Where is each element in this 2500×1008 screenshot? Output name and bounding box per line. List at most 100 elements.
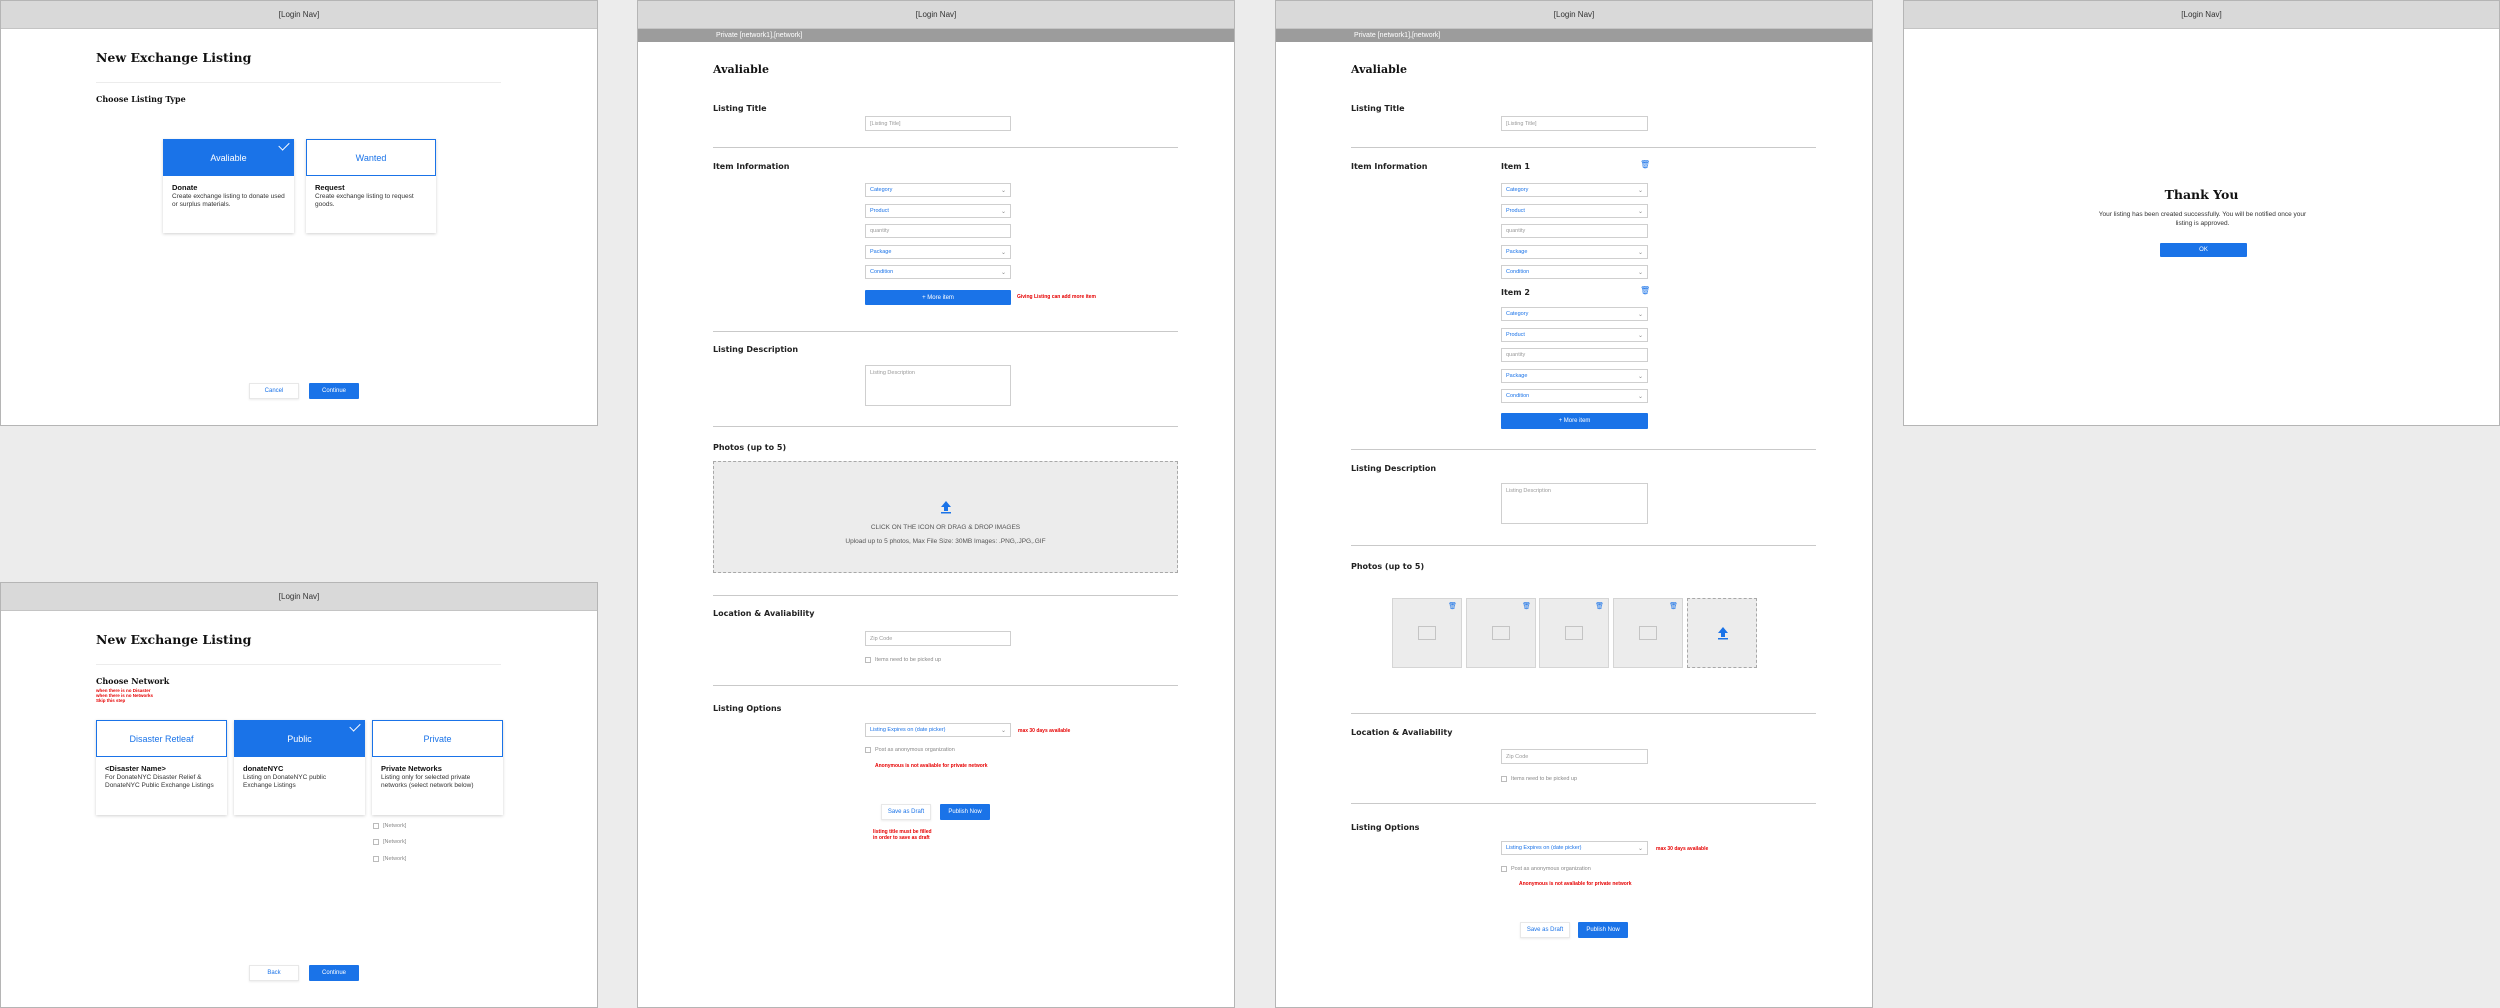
- divider: [1351, 713, 1816, 714]
- listing-description-input[interactable]: Listing Description: [1501, 483, 1648, 524]
- category-select[interactable]: Category ⌄: [1501, 307, 1648, 321]
- publish-button[interactable]: Publish Now: [940, 804, 990, 820]
- zip-code-input[interactable]: Zip Code: [865, 631, 1011, 646]
- pickup-checkbox[interactable]: Items need to be picked up: [1501, 776, 1577, 782]
- product-select[interactable]: Product ⌄: [1501, 204, 1648, 218]
- trash-icon[interactable]: 🗑: [1640, 160, 1650, 169]
- package-select[interactable]: Package ⌄: [1501, 245, 1648, 259]
- back-button[interactable]: Back: [249, 965, 299, 981]
- listing-type-card-available[interactable]: Avaliable Donate Create exchange listing…: [163, 139, 294, 233]
- divider: [713, 331, 1178, 332]
- chevron-down-icon: ⌄: [1637, 393, 1643, 400]
- quantity-input[interactable]: quantity: [1501, 348, 1648, 362]
- trash-icon[interactable]: 🗑: [1595, 602, 1604, 610]
- trash-icon[interactable]: 🗑: [1522, 602, 1531, 610]
- dropzone-instruction: CLICK ON THE ICON OR DRAG & DROP IMAGES: [870, 524, 1021, 531]
- photo-thumbnail[interactable]: 🗑: [1466, 598, 1536, 668]
- photo-thumbnail[interactable]: 🗑: [1392, 598, 1462, 668]
- divider: [713, 595, 1178, 596]
- category-select[interactable]: Category ⌄: [865, 183, 1011, 197]
- checkbox[interactable]: [1501, 866, 1507, 872]
- location-label: Location & Avaliability: [713, 609, 815, 618]
- location-label: Location & Avaliability: [1351, 728, 1453, 737]
- checkbox[interactable]: [865, 657, 871, 663]
- divider: [96, 664, 501, 665]
- listing-type-card-wanted[interactable]: Wanted Request Create exchange listing t…: [306, 139, 436, 233]
- more-item-button[interactable]: + More item: [1501, 413, 1648, 429]
- more-item-button[interactable]: + More item: [865, 290, 1011, 305]
- select-value: Category: [1506, 187, 1529, 193]
- upload-icon[interactable]: [939, 500, 953, 514]
- expires-note: max 30 days available: [1018, 728, 1071, 734]
- save-draft-button[interactable]: Save as Draft: [1520, 922, 1570, 938]
- continue-button[interactable]: Continue: [309, 383, 359, 399]
- upload-icon[interactable]: [1716, 626, 1730, 640]
- card-header-label: Disaster Retleaf: [129, 733, 194, 744]
- card-body: <Disaster Name> For DonateNYC Disaster R…: [96, 757, 227, 798]
- login-nav[interactable]: [Login Nav]: [1904, 1, 2499, 29]
- item-2-title: Item 2: [1501, 288, 1530, 297]
- check-icon: [349, 720, 361, 732]
- login-nav[interactable]: [Login Nav]: [1276, 1, 1872, 29]
- dropzone-limits: Upload up to 5 photos, Max File Size: 30…: [845, 538, 1046, 545]
- save-draft-button[interactable]: Save as Draft: [881, 804, 931, 820]
- listing-title-input[interactable]: [Listing Title]: [865, 116, 1011, 131]
- product-select[interactable]: Product ⌄: [1501, 328, 1648, 342]
- network-checkbox[interactable]: [Network]: [373, 856, 406, 862]
- publish-button[interactable]: Publish Now: [1578, 922, 1628, 938]
- item-information-label: Item Information: [713, 162, 790, 171]
- login-nav[interactable]: [Login Nav]: [638, 1, 1234, 29]
- listing-description-input[interactable]: Listing Description: [865, 365, 1011, 406]
- photo-thumbnail[interactable]: 🗑: [1539, 598, 1609, 668]
- divider: [713, 685, 1178, 686]
- package-select[interactable]: Package ⌄: [865, 245, 1011, 259]
- listing-title-label: Listing Title: [713, 104, 767, 113]
- condition-select[interactable]: Condition ⌄: [865, 265, 1011, 279]
- checkbox-label: Items need to be picked up: [1511, 776, 1578, 782]
- network-checkbox[interactable]: [Network]: [373, 839, 406, 845]
- expires-date-picker[interactable]: Listing Expires on (date picker) ⌄: [1501, 841, 1648, 855]
- checkbox[interactable]: [373, 856, 379, 862]
- package-select[interactable]: Package ⌄: [1501, 369, 1648, 383]
- network-card-disaster[interactable]: Disaster Retleaf <Disaster Name> For Don…: [96, 720, 227, 815]
- quantity-input[interactable]: quantity: [1501, 224, 1648, 238]
- frame-listing-type: [Login Nav] New Exchange Listing Choose …: [0, 0, 598, 426]
- checkbox[interactable]: [373, 823, 379, 829]
- card-body: Private Networks Listing only for select…: [372, 757, 503, 798]
- condition-select[interactable]: Condition ⌄: [1501, 265, 1648, 279]
- checkbox[interactable]: [373, 839, 379, 845]
- ok-button[interactable]: OK: [2160, 243, 2247, 257]
- condition-select[interactable]: Condition ⌄: [1501, 389, 1648, 403]
- zip-code-input[interactable]: Zip Code: [1501, 749, 1648, 764]
- checkbox[interactable]: [1501, 776, 1507, 782]
- photo-upload-tile[interactable]: [1687, 598, 1757, 668]
- draft-note: listing title must be filled in order to…: [873, 829, 932, 841]
- pickup-checkbox[interactable]: Items need to be picked up: [865, 657, 941, 663]
- cancel-button[interactable]: Cancel: [249, 383, 299, 399]
- network-label: [Network]: [383, 823, 407, 829]
- quantity-input[interactable]: quantity: [865, 224, 1011, 238]
- login-nav[interactable]: [Login Nav]: [1, 583, 597, 611]
- trash-icon[interactable]: 🗑: [1640, 286, 1650, 295]
- photo-dropzone[interactable]: CLICK ON THE ICON OR DRAG & DROP IMAGES …: [713, 461, 1178, 573]
- frame-choose-network: [Login Nav] New Exchange Listing Choose …: [0, 582, 598, 1008]
- checkbox[interactable]: [865, 747, 871, 753]
- card-header: Disaster Retleaf: [96, 720, 227, 757]
- trash-icon[interactable]: 🗑: [1669, 602, 1678, 610]
- network-checkbox[interactable]: [Network]: [373, 823, 406, 829]
- network-card-public[interactable]: Public donateNYC Listing on DonateNYC pu…: [234, 720, 365, 815]
- continue-button[interactable]: Continue: [309, 965, 359, 981]
- select-value: Category: [1506, 311, 1529, 317]
- category-select[interactable]: Category ⌄: [1501, 183, 1648, 197]
- anonymous-checkbox[interactable]: Post as anonymous organization: [1501, 866, 1591, 872]
- expires-date-picker[interactable]: Listing Expires on (date picker) ⌄: [865, 723, 1011, 737]
- login-nav[interactable]: [Login Nav]: [1, 1, 597, 29]
- product-select[interactable]: Product ⌄: [865, 204, 1011, 218]
- trash-icon[interactable]: 🗑: [1448, 602, 1457, 610]
- photo-thumbnail[interactable]: 🗑: [1613, 598, 1683, 668]
- listing-title-input[interactable]: [Listing Title]: [1501, 116, 1648, 131]
- network-card-private[interactable]: Private Private Networks Listing only fo…: [372, 720, 503, 815]
- anonymous-checkbox[interactable]: Post as anonymous organization: [865, 747, 955, 753]
- listing-description-label: Listing Description: [713, 345, 799, 354]
- page-title: Avaliable: [713, 63, 769, 76]
